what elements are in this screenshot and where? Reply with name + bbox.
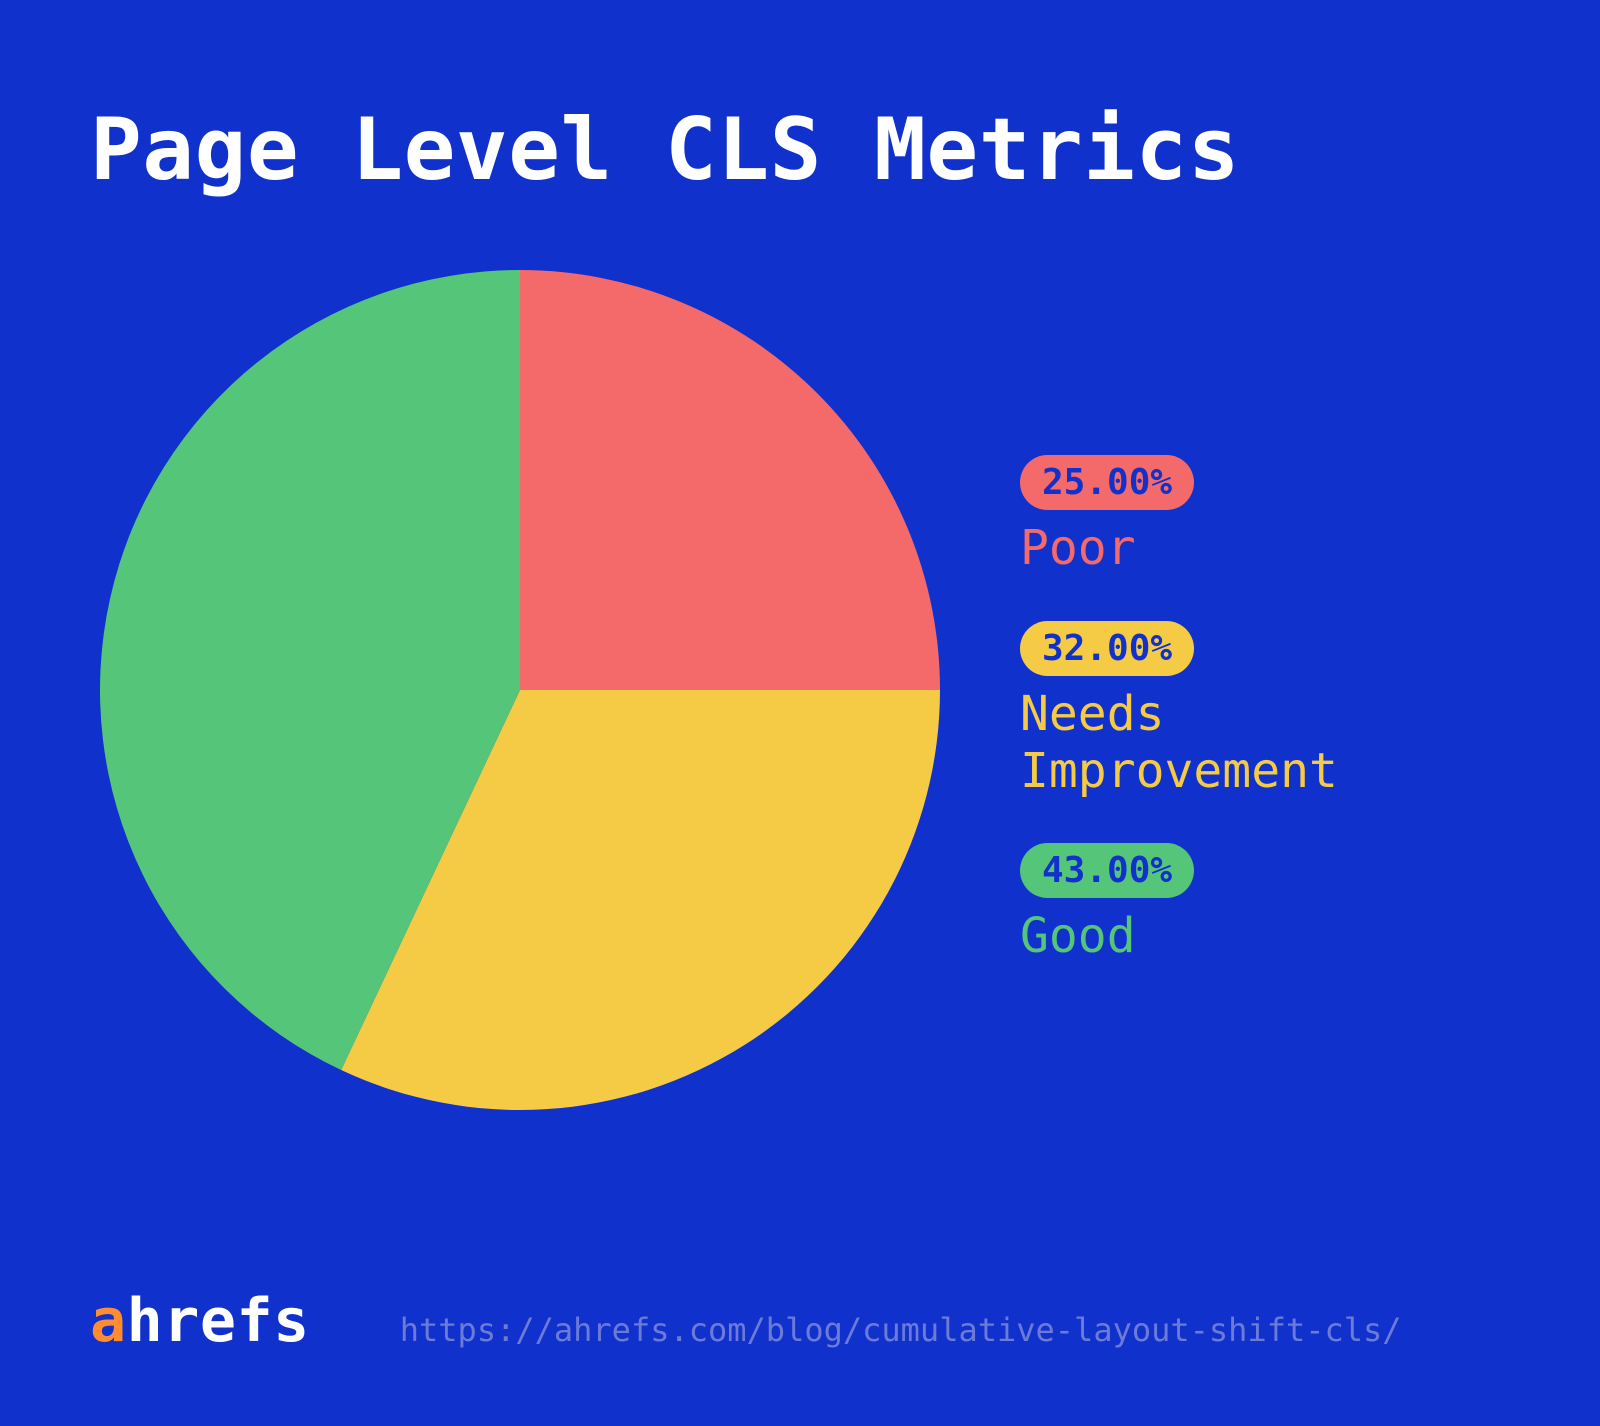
legend-item-good: 43.00% Good	[1020, 843, 1338, 965]
pie-slice-poor	[520, 270, 940, 690]
legend-pill-needs: 32.00%	[1020, 621, 1194, 676]
content-row: 25.00% Poor 32.00% Needs Improvement 43.…	[90, 260, 1510, 1120]
footer: ahrefs https://ahrefs.com/blog/cumulativ…	[90, 1286, 1510, 1356]
logo-accent: a	[90, 1286, 127, 1356]
legend-item-poor: 25.00% Poor	[1020, 455, 1338, 577]
legend-label-needs: Needs Improvement	[1020, 686, 1338, 799]
legend-pill-poor: 25.00%	[1020, 455, 1194, 510]
legend-item-needs: 32.00% Needs Improvement	[1020, 621, 1338, 799]
legend-label-good: Good	[1020, 908, 1136, 965]
pie-chart	[90, 260, 950, 1120]
source-url: https://ahrefs.com/blog/cumulative-layou…	[400, 1311, 1402, 1349]
legend-pill-good: 43.00%	[1020, 843, 1194, 898]
legend-label-poor: Poor	[1020, 520, 1136, 577]
page-root: Page Level CLS Metrics 25.00% Poor 32.00…	[0, 0, 1600, 1426]
page-title: Page Level CLS Metrics	[90, 100, 1510, 200]
ahrefs-logo: ahrefs	[90, 1286, 310, 1356]
pie-svg	[100, 270, 940, 1110]
legend: 25.00% Poor 32.00% Needs Improvement 43.…	[1020, 415, 1338, 965]
logo-rest: hrefs	[127, 1286, 310, 1356]
